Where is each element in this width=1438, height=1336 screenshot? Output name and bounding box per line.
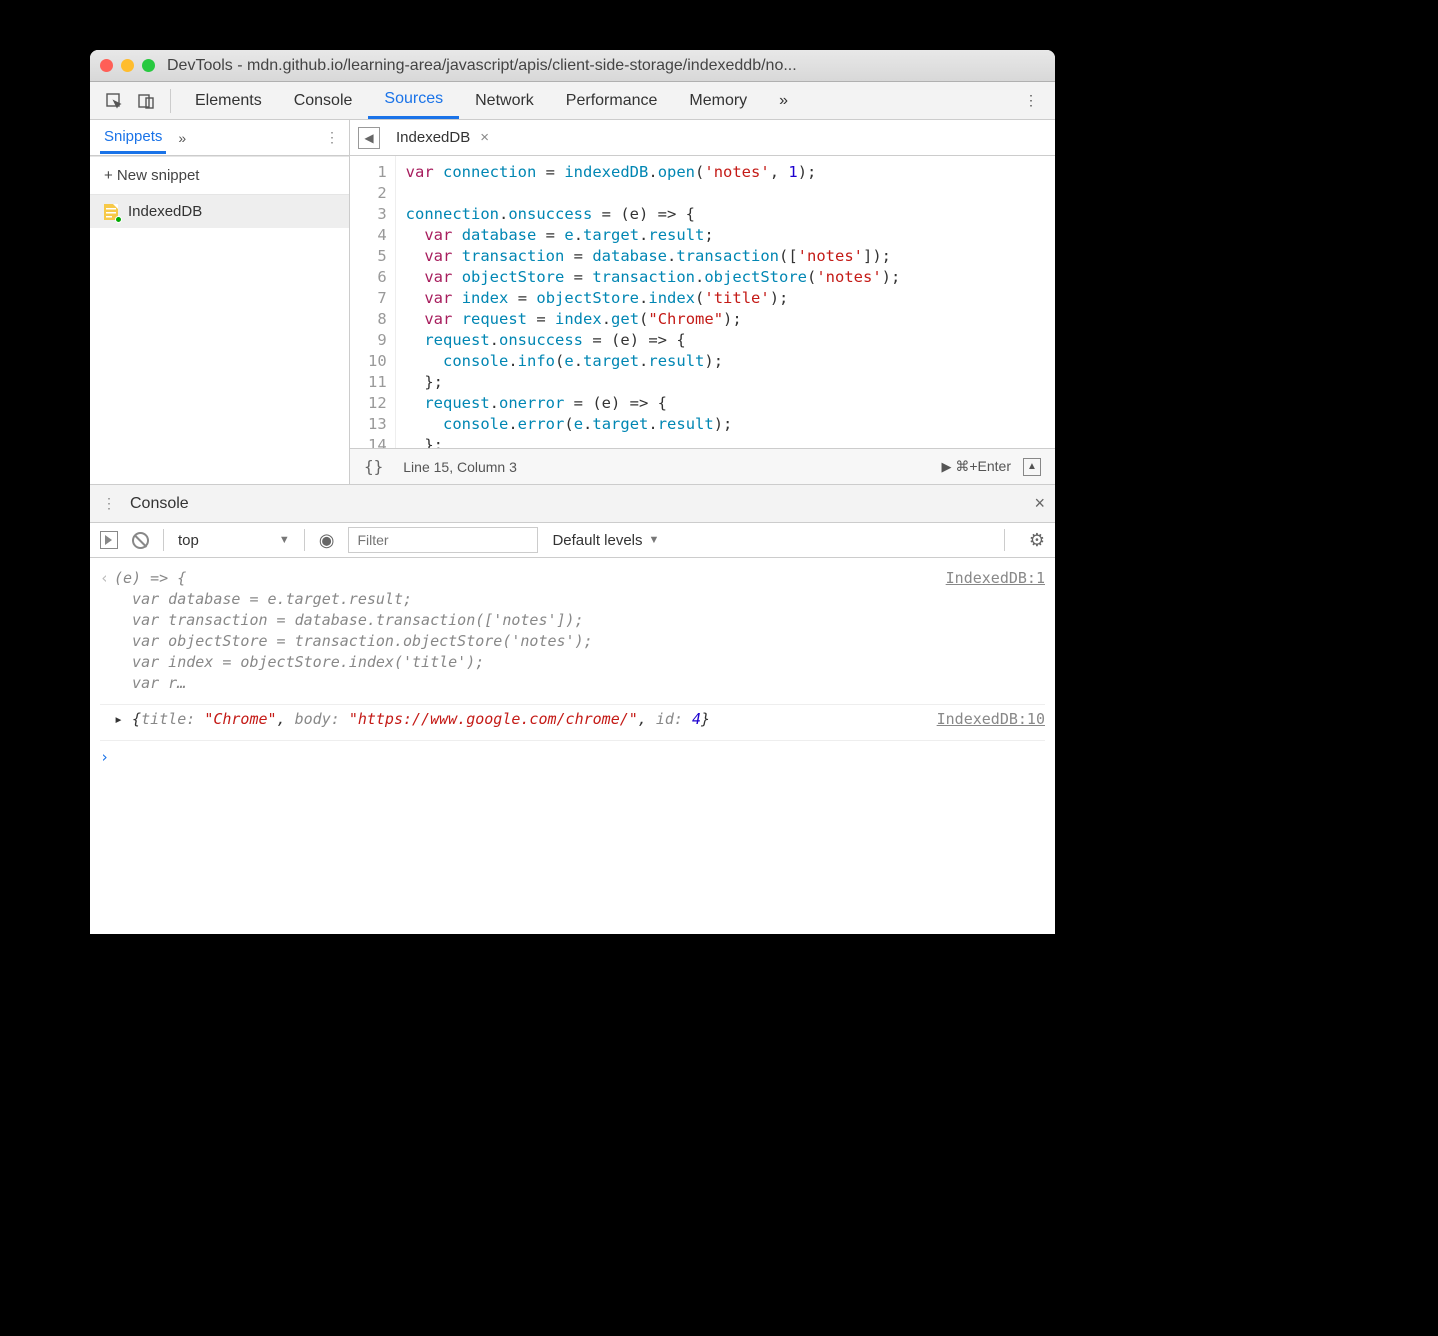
more-panels-icon[interactable]: » bbox=[763, 82, 804, 119]
panel-tab-memory[interactable]: Memory bbox=[673, 82, 763, 119]
maximize-window-button[interactable] bbox=[142, 59, 155, 72]
source-link[interactable]: IndexedDB:10 bbox=[927, 709, 1045, 730]
panel-tab-sources[interactable]: Sources bbox=[368, 82, 459, 119]
drawer-menu-icon[interactable]: ⋮ bbox=[102, 495, 116, 512]
close-tab-icon[interactable]: × bbox=[480, 129, 489, 146]
expand-icon[interactable]: ‹ bbox=[100, 568, 114, 694]
inspect-icon[interactable] bbox=[102, 89, 126, 113]
console-drawer-header: ⋮ Console × bbox=[90, 484, 1055, 522]
unsaved-indicator-icon bbox=[115, 216, 122, 223]
panel-tab-console[interactable]: Console bbox=[278, 82, 369, 119]
more-sidebar-tabs-icon[interactable]: » bbox=[178, 130, 186, 146]
panel-tab-network[interactable]: Network bbox=[459, 82, 550, 119]
close-drawer-icon[interactable]: × bbox=[1034, 493, 1045, 514]
window-title: DevTools - mdn.github.io/learning-area/j… bbox=[167, 57, 1045, 75]
source-link[interactable]: IndexedDB:1 bbox=[936, 568, 1045, 694]
panel-tabbar: ElementsConsoleSourcesNetworkPerformance… bbox=[90, 82, 1055, 120]
file-tab-label: IndexedDB bbox=[396, 129, 470, 146]
clear-console-icon[interactable] bbox=[132, 532, 149, 549]
file-tab[interactable]: IndexedDB × bbox=[396, 129, 489, 146]
editor-pane: ◀ IndexedDB × 123456789101112131415 var … bbox=[350, 120, 1055, 484]
traffic-lights bbox=[100, 59, 155, 72]
run-snippet-button[interactable]: ▶ ⌘+Enter bbox=[941, 458, 1011, 475]
toggle-navigator-icon[interactable]: ◀ bbox=[358, 127, 380, 149]
minimize-window-button[interactable] bbox=[121, 59, 134, 72]
sidebar-menu-icon[interactable]: ⋮ bbox=[325, 129, 339, 146]
snippets-tab[interactable]: Snippets bbox=[100, 128, 166, 154]
console-prompt[interactable]: › bbox=[100, 741, 1045, 774]
close-window-button[interactable] bbox=[100, 59, 113, 72]
snippet-file-icon bbox=[104, 204, 118, 220]
filter-input[interactable] bbox=[348, 527, 538, 553]
console-settings-icon[interactable]: ⚙ bbox=[1029, 530, 1045, 551]
console-message: ‹ (e) => { var database = e.target.resul… bbox=[100, 564, 1045, 705]
titlebar: DevTools - mdn.github.io/learning-area/j… bbox=[90, 50, 1055, 82]
snippet-item[interactable]: IndexedDB bbox=[90, 195, 349, 228]
execution-context-icon[interactable] bbox=[100, 531, 118, 549]
code-editor[interactable]: 123456789101112131415 var connection = i… bbox=[350, 156, 1055, 448]
panel-tab-performance[interactable]: Performance bbox=[550, 82, 674, 119]
log-levels-selector[interactable]: Default levels ▼ bbox=[552, 532, 659, 549]
live-expression-icon[interactable]: ◉ bbox=[319, 530, 335, 551]
new-snippet-button[interactable]: + New snippet bbox=[90, 156, 349, 195]
console-toolbar: top▼ ◉ Default levels ▼ ⚙ bbox=[90, 522, 1055, 558]
console-title: Console bbox=[130, 495, 189, 513]
pretty-print-icon[interactable]: {} bbox=[364, 457, 383, 476]
code-content[interactable]: var connection = indexedDB.open('notes',… bbox=[396, 156, 911, 448]
device-toggle-icon[interactable] bbox=[134, 89, 158, 113]
console-message: ▸ {title: "Chrome", body: "https://www.g… bbox=[100, 705, 1045, 741]
toggle-drawer-icon[interactable]: ▲ bbox=[1023, 458, 1041, 476]
sources-sidebar: Snippets » ⋮ + New snippet IndexedDB bbox=[90, 120, 350, 484]
devtools-window: DevTools - mdn.github.io/learning-area/j… bbox=[90, 50, 1055, 934]
editor-statusbar: {} Line 15, Column 3 ▶ ⌘+Enter ▲ bbox=[350, 448, 1055, 484]
console-output: ‹ (e) => { var database = e.target.resul… bbox=[90, 558, 1055, 934]
snippet-name: IndexedDB bbox=[128, 203, 202, 220]
line-gutter: 123456789101112131415 bbox=[350, 156, 396, 448]
cursor-position: Line 15, Column 3 bbox=[403, 459, 517, 475]
context-selector[interactable]: top▼ bbox=[178, 532, 290, 549]
panel-tab-elements[interactable]: Elements bbox=[179, 82, 278, 119]
settings-menu-icon[interactable]: ⋮ bbox=[1019, 89, 1043, 113]
